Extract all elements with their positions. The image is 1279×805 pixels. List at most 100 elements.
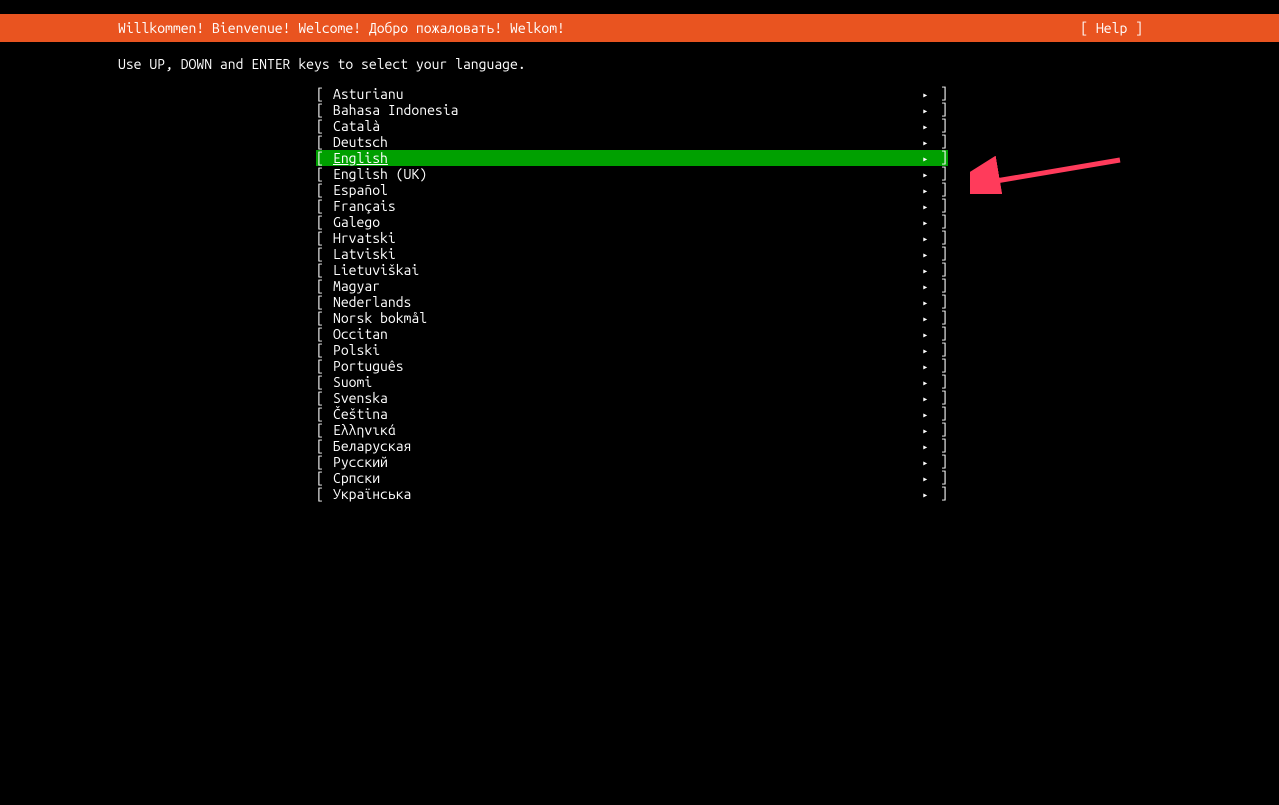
triangle-right-icon: ▸ bbox=[922, 487, 928, 503]
bracket-close: ] bbox=[932, 165, 948, 181]
language-label: Lietuviškai bbox=[333, 262, 948, 278]
language-label: Hrvatski bbox=[333, 230, 948, 246]
language-item[interactable]: [ Српски▸ ] bbox=[0, 470, 1279, 486]
language-item[interactable]: [ Українська▸ ] bbox=[0, 486, 1279, 502]
header-bar: Willkommen! Bienvenue! Welcome! Добро по… bbox=[0, 14, 1279, 42]
bracket-open: [ bbox=[316, 118, 333, 134]
language-label: Bahasa Indonesia bbox=[333, 102, 948, 118]
bracket-open: [ bbox=[316, 246, 333, 262]
bracket-close: ] bbox=[932, 277, 948, 293]
bracket-open: [ bbox=[316, 470, 333, 486]
bracket-close: ] bbox=[932, 229, 948, 245]
language-item[interactable]: [ Nederlands▸ ] bbox=[0, 294, 1279, 310]
bracket-open: [ bbox=[316, 342, 333, 358]
language-label: Українська bbox=[333, 486, 948, 502]
language-label: Occitan bbox=[333, 326, 948, 342]
language-list[interactable]: [ Asturianu▸ ][ Bahasa Indonesia▸ ][ Cat… bbox=[0, 86, 1279, 502]
bracket-close: ] bbox=[932, 245, 948, 261]
language-label: English (UK) bbox=[333, 166, 948, 182]
language-label: Српски bbox=[333, 470, 948, 486]
bracket-open: [ bbox=[316, 262, 333, 278]
bracket-close: ] bbox=[932, 117, 948, 133]
language-item[interactable]: [ Occitan▸ ] bbox=[0, 326, 1279, 342]
language-label: Русский bbox=[333, 454, 948, 470]
language-item[interactable]: [ Latviski▸ ] bbox=[0, 246, 1279, 262]
bracket-close: ] bbox=[932, 405, 948, 421]
language-item[interactable]: [ Galego▸ ] bbox=[0, 214, 1279, 230]
bracket-close: ] bbox=[932, 325, 948, 341]
language-item[interactable]: [ Беларуская▸ ] bbox=[0, 438, 1279, 454]
bracket-open: [ bbox=[316, 358, 333, 374]
bracket-close: ] bbox=[932, 373, 948, 389]
bracket-open: [ bbox=[316, 182, 333, 198]
bracket-open: [ bbox=[316, 326, 333, 342]
bracket-close: ] bbox=[932, 261, 948, 277]
language-label: Svenska bbox=[333, 390, 948, 406]
language-item[interactable]: [ Ελληνικά▸ ] bbox=[0, 422, 1279, 438]
bracket-close: ] bbox=[932, 469, 948, 485]
language-label: Norsk bokmål bbox=[333, 310, 948, 326]
language-item[interactable]: [ Bahasa Indonesia▸ ] bbox=[0, 102, 1279, 118]
bracket-close: ] bbox=[932, 341, 948, 357]
bracket-close: ] bbox=[932, 485, 948, 501]
bracket-open: [ bbox=[316, 230, 333, 246]
bracket-close: ] bbox=[932, 133, 948, 149]
bracket-open: [ bbox=[316, 454, 333, 470]
language-item[interactable]: [ Deutsch▸ ] bbox=[0, 134, 1279, 150]
language-item[interactable]: [ Asturianu▸ ] bbox=[0, 86, 1279, 102]
language-item[interactable]: [ Hrvatski▸ ] bbox=[0, 230, 1279, 246]
help-button[interactable]: [ Help ] bbox=[1080, 20, 1263, 36]
bracket-close: ] bbox=[932, 85, 948, 101]
bracket-open: [ bbox=[316, 294, 333, 310]
bracket-close: ] bbox=[932, 181, 948, 197]
bracket-open: [ bbox=[316, 310, 333, 326]
language-label: Asturianu bbox=[333, 86, 948, 102]
bracket-close: ] bbox=[932, 101, 948, 117]
instruction-text: Use UP, DOWN and ENTER keys to select yo… bbox=[0, 56, 1279, 72]
bracket-close: ] bbox=[932, 357, 948, 373]
language-label: Català bbox=[333, 118, 948, 134]
language-item[interactable]: [ Português▸ ] bbox=[0, 358, 1279, 374]
bracket-close: ] bbox=[932, 213, 948, 229]
language-label: Magyar bbox=[333, 278, 948, 294]
language-item[interactable]: [ Čeština▸ ] bbox=[0, 406, 1279, 422]
bracket-close: ] bbox=[932, 437, 948, 453]
language-item[interactable]: [ Русский▸ ] bbox=[0, 454, 1279, 470]
language-label: Português bbox=[333, 358, 948, 374]
language-item[interactable]: [ Suomi▸ ] bbox=[0, 374, 1279, 390]
language-item[interactable]: [ Català▸ ] bbox=[0, 118, 1279, 134]
submenu-indicator: ▸ ] bbox=[922, 485, 948, 503]
language-label: Беларуская bbox=[333, 438, 948, 454]
language-item[interactable]: [ Polski▸ ] bbox=[0, 342, 1279, 358]
bracket-open: [ bbox=[316, 438, 333, 454]
language-label: English bbox=[333, 150, 948, 166]
language-item[interactable]: [ Magyar▸ ] bbox=[0, 278, 1279, 294]
language-label: Suomi bbox=[333, 374, 948, 390]
language-item[interactable]: [ Español▸ ] bbox=[0, 182, 1279, 198]
language-item[interactable]: [ English▸ ] bbox=[0, 150, 1279, 166]
language-item[interactable]: [ Lietuviškai▸ ] bbox=[0, 262, 1279, 278]
bracket-open: [ bbox=[316, 390, 333, 406]
bracket-open: [ bbox=[316, 134, 333, 150]
bracket-close: ] bbox=[932, 149, 948, 165]
bracket-close: ] bbox=[932, 389, 948, 405]
bracket-open: [ bbox=[316, 214, 333, 230]
bracket-open: [ bbox=[316, 150, 333, 166]
language-item[interactable]: [ Norsk bokmål▸ ] bbox=[0, 310, 1279, 326]
header-title: Willkommen! Bienvenue! Welcome! Добро по… bbox=[16, 20, 565, 36]
bracket-open: [ bbox=[316, 198, 333, 214]
bracket-open: [ bbox=[316, 86, 333, 102]
language-item[interactable]: [ Svenska▸ ] bbox=[0, 390, 1279, 406]
language-item[interactable]: [ Français▸ ] bbox=[0, 198, 1279, 214]
language-item[interactable]: [ English (UK)▸ ] bbox=[0, 166, 1279, 182]
language-label: Ελληνικά bbox=[333, 422, 948, 438]
bracket-open: [ bbox=[316, 102, 333, 118]
bracket-close: ] bbox=[932, 197, 948, 213]
bracket-open: [ bbox=[316, 422, 333, 438]
bracket-open: [ bbox=[316, 486, 333, 502]
language-label: Español bbox=[333, 182, 948, 198]
language-label: Polski bbox=[333, 342, 948, 358]
bracket-close: ] bbox=[932, 309, 948, 325]
language-label: Čeština bbox=[333, 406, 948, 422]
language-label: Nederlands bbox=[333, 294, 948, 310]
